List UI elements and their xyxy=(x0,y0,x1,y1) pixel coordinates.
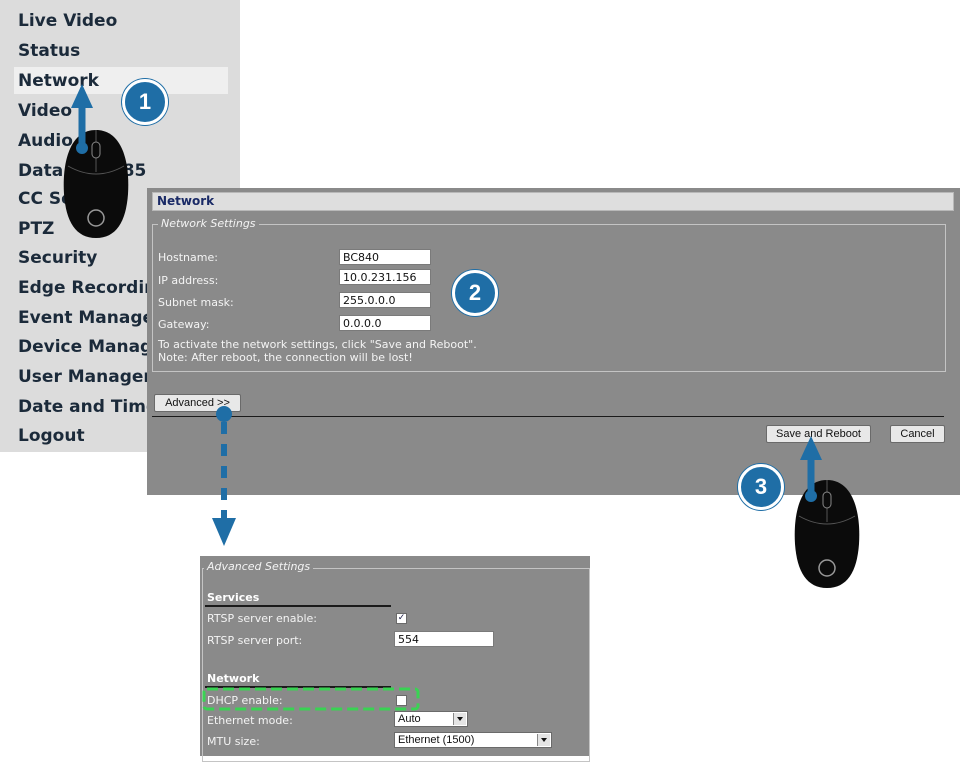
step-badge-3: 3 xyxy=(738,464,784,510)
step-badge-2: 2 xyxy=(452,270,498,316)
arrow-down-icon xyxy=(212,406,236,546)
mouse-icon xyxy=(63,130,129,238)
dhcp-highlight-box xyxy=(202,687,420,711)
mouse-icon xyxy=(794,480,860,588)
step-badge-1: 1 xyxy=(122,79,168,125)
